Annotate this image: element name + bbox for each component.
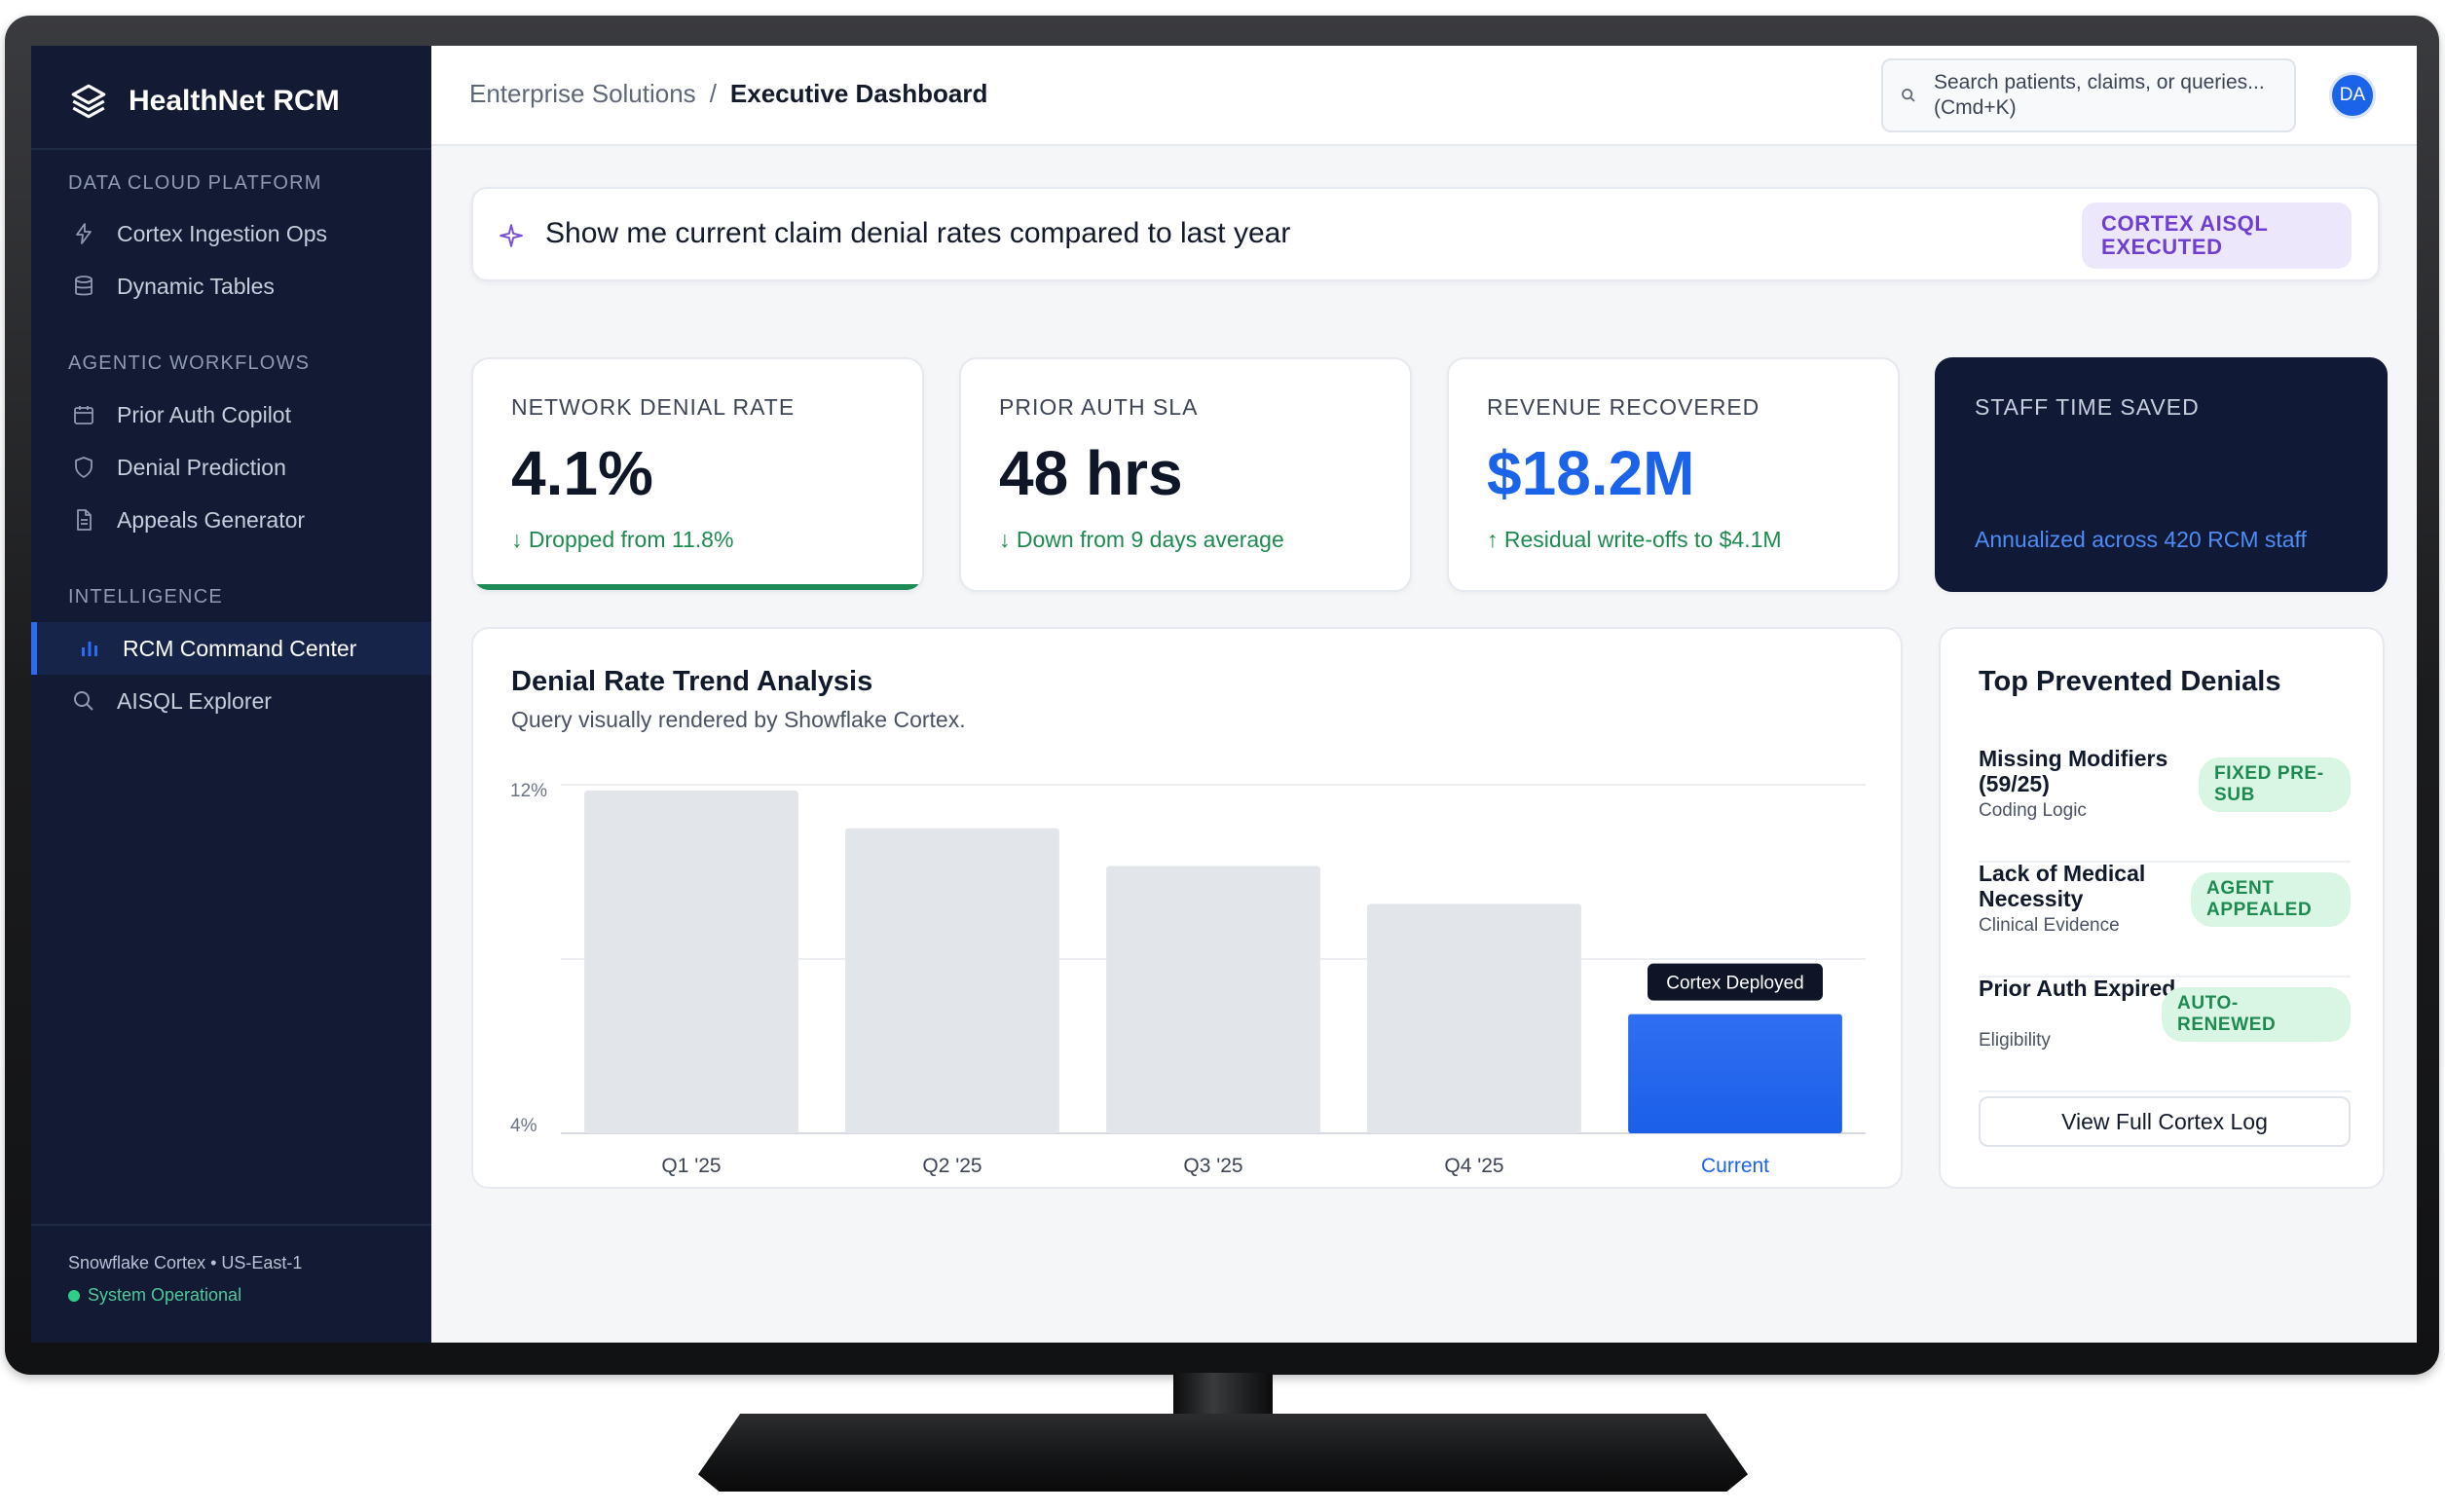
denial-name: Prior Auth Expired	[1979, 976, 2176, 1001]
denial-trend-panel: Denial Rate Trend Analysis Query visuall…	[471, 627, 1903, 1189]
sparkle-icon	[500, 224, 523, 247]
top-prevented-denials-panel: Top Prevented Denials Missing Modifiers …	[1939, 627, 2385, 1189]
screen: HealthNet RCM DATA CLOUD PLATFORM Cortex…	[31, 46, 2417, 1343]
status-badge: AGENT APPEALED	[2191, 872, 2351, 927]
metric-value: 48 hrs	[999, 438, 1183, 508]
denial-category: Clinical Evidence	[1979, 915, 2120, 936]
x-tick-label: Q1 '25	[661, 1155, 721, 1177]
status-dot-icon	[68, 1289, 80, 1302]
metric-card-revenue-recovered: REVENUE RECOVERED $18.2M ↑ Residual writ…	[1447, 357, 1900, 592]
metric-value: 4.1%	[511, 438, 653, 508]
denial-name: Lack of Medical Necessity	[1979, 861, 2146, 911]
metric-delta: ↓ Down from 9 days average	[999, 527, 1284, 552]
x-tick-label: Q3 '25	[1183, 1155, 1242, 1177]
chart-bar	[584, 790, 798, 1133]
bar-chart-icon	[82, 642, 97, 656]
y-tick-label: 12%	[510, 781, 547, 801]
system-status: System Operational	[68, 1285, 302, 1306]
sidebar-item-aisql-explorer[interactable]: AISQL Explorer	[31, 675, 431, 727]
annotation-label: Cortex Deployed	[1666, 974, 1804, 994]
chart-bar	[1628, 1014, 1842, 1133]
breadcrumb-current: Executive Dashboard	[729, 79, 988, 108]
metric-label: STAFF TIME SAVED	[1975, 394, 2200, 420]
y-tick-label: 4%	[510, 1116, 537, 1136]
monitor-stand-base	[698, 1414, 1748, 1492]
status-text: System Operational	[88, 1285, 242, 1305]
sidebar-item-dynamic-tables[interactable]: Dynamic Tables	[31, 260, 431, 313]
layers-icon	[71, 84, 106, 119]
metric-card-prior-auth-sla: PRIOR AUTH SLA 48 hrs ↓ Down from 9 days…	[959, 357, 1412, 592]
list-item[interactable]: Lack of Medical Necessity Clinical Evide…	[1979, 861, 2351, 977]
x-tick-label: Q4 '25	[1444, 1155, 1503, 1177]
status-badge: AUTO-RENEWED	[2162, 987, 2351, 1042]
search-icon	[74, 691, 93, 711]
sidebar-item-label: Appeals Generator	[117, 506, 306, 533]
status-badge: FIXED PRE-SUB	[2199, 757, 2351, 812]
breadcrumb-separator: /	[709, 79, 717, 108]
sidebar-item-label: RCM Command Center	[123, 635, 357, 661]
calendar-icon	[74, 406, 93, 424]
ai-query-bar[interactable]: Show me current claim denial rates compa…	[471, 187, 2380, 281]
top-bar: Enterprise Solutions / Executive Dashboa…	[431, 46, 2417, 146]
brand-logo[interactable]: HealthNet RCM	[68, 75, 340, 128]
sidebar-item-label: Cortex Ingestion Ops	[117, 220, 328, 246]
sidebar-item-appeals-generator[interactable]: Appeals Generator	[31, 494, 431, 546]
metric-label: NETWORK DENIAL RATE	[511, 394, 796, 420]
metric-card-denial-rate: NETWORK DENIAL RATE 4.1% ↓ Dropped from …	[471, 357, 924, 592]
shield-icon	[75, 457, 93, 478]
denial-name: Missing Modifiers (59/25)	[1979, 746, 2168, 796]
list-item[interactable]: Prior Auth Expired Eligibility AUTO-RENE…	[1979, 976, 2351, 1092]
chart-bar	[1106, 866, 1320, 1133]
metric-value: $18.2M	[1487, 438, 1695, 508]
sidebar-item-cortex-ingestion[interactable]: Cortex Ingestion Ops	[31, 207, 431, 260]
search-icon	[1902, 89, 1915, 102]
search-input[interactable]: Search patients, claims, or queries... (…	[1881, 58, 2296, 132]
breadcrumb-parent-link[interactable]: Enterprise Solutions	[469, 79, 696, 109]
cortex-status-badge: CORTEX AISQL EXECUTED	[2082, 203, 2352, 269]
section-heading-intelligence: INTELLIGENCE	[68, 586, 223, 608]
metric-delta: Annualized across 420 RCM staff	[1975, 527, 2307, 552]
denial-category: Coding Logic	[1979, 800, 2087, 821]
chart-bar	[845, 828, 1059, 1133]
sidebar-item-label: Dynamic Tables	[117, 273, 275, 299]
document-icon	[77, 509, 92, 531]
section-heading-agentic: AGENTIC WORKFLOWS	[68, 352, 311, 374]
sidebar-item-prior-auth-copilot[interactable]: Prior Auth Copilot	[31, 388, 431, 441]
view-cortex-log-button[interactable]: View Full Cortex Log	[1979, 1096, 2351, 1147]
query-text: Show me current claim denial rates compa…	[545, 217, 1291, 249]
metric-accent-bar	[473, 584, 922, 590]
panel-title: Top Prevented Denials	[1979, 666, 2281, 697]
denial-rate-chart: 12% 4% Q1 '25 Q2 '25 Q3 '25 Q4 '25 Current Cort…	[510, 781, 1866, 1177]
sidebar-footer: Snowflake Cortex • US-East-1 System Oper…	[68, 1253, 302, 1306]
brand-name: HealthNet RCM	[129, 85, 340, 117]
search-placeholder: Search patients, claims, or queries... (…	[1934, 71, 2265, 119]
breadcrumb: Enterprise Solutions / Executive Dashboa…	[469, 79, 987, 109]
list-item[interactable]: Missing Modifiers (59/25) Coding Logic F…	[1979, 746, 2351, 863]
x-tick-label: Current	[1701, 1155, 1769, 1177]
metric-delta: ↑ Residual write-offs to $4.1M	[1487, 527, 1782, 552]
section-heading-data-cloud: DATA CLOUD PLATFORM	[68, 172, 322, 194]
sidebar-item-rcm-command-center[interactable]: RCM Command Center	[31, 622, 431, 675]
metric-card-staff-time-saved: STAFF TIME SAVED Annualized across 420 R…	[1935, 357, 2388, 592]
platform-label: Snowflake Cortex • US-East-1	[68, 1253, 303, 1272]
x-tick-label: Q2 '25	[922, 1155, 982, 1177]
avatar[interactable]: DA	[2329, 72, 2376, 119]
metric-delta: ↓ Dropped from 11.8%	[511, 527, 734, 552]
metric-label: REVENUE RECOVERED	[1487, 394, 1760, 420]
sidebar-divider	[31, 148, 431, 150]
sidebar-item-label: AISQL Explorer	[117, 687, 272, 714]
denial-category: Eligibility	[1979, 1030, 2051, 1051]
database-icon	[75, 276, 93, 296]
bolt-icon	[76, 223, 92, 244]
metric-label: PRIOR AUTH SLA	[999, 394, 1199, 420]
sidebar-item-denial-prediction[interactable]: Denial Prediction	[31, 441, 431, 494]
sidebar-item-label: Prior Auth Copilot	[117, 401, 291, 427]
sidebar-footer-divider	[31, 1224, 431, 1226]
sidebar: HealthNet RCM DATA CLOUD PLATFORM Cortex…	[31, 46, 431, 1343]
chart-bar	[1367, 904, 1581, 1133]
sidebar-item-label: Denial Prediction	[117, 454, 286, 480]
